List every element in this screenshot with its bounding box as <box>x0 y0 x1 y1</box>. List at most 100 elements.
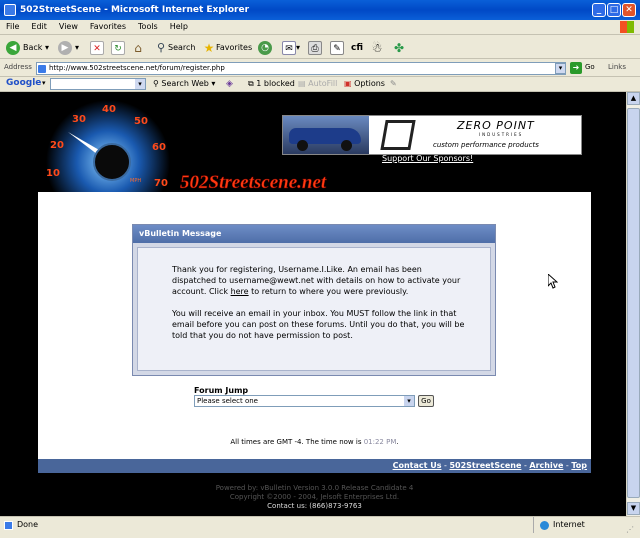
google-search-input[interactable] <box>50 78 146 90</box>
menu-favorites[interactable]: Favorites <box>90 20 126 34</box>
top-link[interactable]: Top <box>571 461 587 470</box>
forum-jump-go-button[interactable]: Go <box>418 395 434 407</box>
popup-blocker-icon: ⧉ <box>248 79 254 88</box>
speedo-num-50: 50 <box>134 116 148 127</box>
message-header: vBulletin Message <box>133 225 495 243</box>
speedo-num-20: 20 <box>50 140 64 151</box>
edit-icon: ✎ <box>330 40 344 55</box>
page-status-icon <box>4 521 13 530</box>
home-icon: ⌂ <box>134 40 142 55</box>
status-text: Done <box>17 520 39 529</box>
scroll-thumb[interactable] <box>627 108 640 498</box>
sponsor-sub: INDUSTRIES <box>479 132 524 137</box>
favorites-button[interactable]: ★ Favorites <box>202 39 253 56</box>
maximize-button[interactable]: □ <box>607 3 621 17</box>
research-icon: ✤ <box>393 40 405 55</box>
sponsor-name: ZERO POINT <box>457 119 535 132</box>
menu-view[interactable]: View <box>59 20 78 34</box>
archive-link[interactable]: Archive <box>529 461 563 470</box>
pagerank-icon[interactable]: ◈ <box>226 79 233 89</box>
site-banner: 30 40 50 20 60 10 70 MPH 502Streetscene.… <box>38 92 591 224</box>
page-icon <box>38 65 46 73</box>
forward-arrow-icon: ▶ <box>58 40 72 55</box>
site-logo: 502Streetscene.net <box>180 172 327 192</box>
footer-bar: Contact Us - 502StreetScene - Archive - … <box>38 459 591 473</box>
stop-icon: ✕ <box>90 40 104 55</box>
home-button[interactable]: ⌂ <box>131 39 145 56</box>
ie-icon <box>4 4 16 16</box>
title-bar: 502StreetScene - Microsoft Internet Expl… <box>0 0 640 20</box>
car-wheel-rear <box>341 140 352 151</box>
vbulletin-message-box: vBulletin Message Thank you for register… <box>132 224 496 376</box>
message-paragraph-1: Thank you for registering, Username.I.Li… <box>172 265 461 296</box>
credits: Powered by: vBulletin Version 3.0.0 Rele… <box>38 484 591 511</box>
history-icon: ◔ <box>258 40 272 55</box>
sponsor-ad[interactable]: ZERO POINT INDUSTRIES custom performance… <box>282 115 582 155</box>
print-button[interactable]: ⎙ <box>308 39 322 56</box>
messenger-button[interactable]: ☃ <box>370 39 384 56</box>
back-button[interactable]: ◀ Back ▾ <box>6 39 49 56</box>
google-toolbar: Google ▾ ▾ ⚲ Search Web ▾ ◈ ⧉ 1 blocked ▤… <box>0 77 640 92</box>
menu-help[interactable]: Help <box>170 20 188 34</box>
history-button[interactable]: ◔ <box>258 39 275 56</box>
forward-button[interactable]: ▶ ▾ <box>58 39 79 56</box>
search-web-icon: ⚲ <box>153 79 159 88</box>
discuss-button[interactable]: cfi <box>350 39 364 56</box>
forum-jump-select[interactable]: Please select one ▾ <box>194 395 415 407</box>
address-dropdown-arrow[interactable]: ▾ <box>555 63 566 74</box>
google-menu-arrow[interactable]: ▾ <box>42 79 46 87</box>
resize-grip-icon[interactable]: ⋰ <box>626 522 634 538</box>
google-search-dropdown[interactable]: ▾ <box>135 79 145 89</box>
stop-button[interactable]: ✕ <box>90 39 104 56</box>
close-button[interactable]: ✕ <box>622 3 636 17</box>
autofill-button[interactable]: ▤ AutoFill <box>298 79 337 88</box>
research-button[interactable]: ✤ <box>392 39 406 56</box>
discuss-icon: cfi <box>350 42 363 53</box>
status-bar: Done Internet ⋰ <box>0 516 640 534</box>
star-icon: ★ <box>203 40 215 55</box>
speedo-num-60: 60 <box>152 142 166 153</box>
sponsor-tagline: custom performance products <box>433 141 539 149</box>
links-button[interactable]: Links <box>608 63 626 71</box>
search-web-button[interactable]: ⚲ Search Web ▾ <box>153 79 215 88</box>
popup-blocker-button[interactable]: ⧉ 1 blocked <box>248 79 295 89</box>
speedo-unit: MPH <box>130 178 141 184</box>
window-title: 502StreetScene - Microsoft Internet Expl… <box>20 5 250 15</box>
security-zone: Internet <box>553 520 585 529</box>
contact-phone: Contact us: (866)873-9763 <box>267 502 362 510</box>
support-sponsors-link[interactable]: Support Our Sponsors! <box>382 154 473 163</box>
menu-edit[interactable]: Edit <box>31 20 47 34</box>
sponsor-car-image <box>283 116 369 154</box>
print-icon: ⎙ <box>308 40 322 55</box>
minimize-button[interactable]: _ <box>592 3 606 17</box>
highlight-pen-icon[interactable]: ✎ <box>390 79 397 88</box>
forum-jump-dropdown-arrow[interactable]: ▾ <box>404 396 414 406</box>
search-icon: ⚲ <box>156 40 166 54</box>
address-bar: Address http://www.502streetscene.net/fo… <box>0 60 640 77</box>
vertical-scrollbar[interactable]: ▲ ▼ <box>626 92 640 516</box>
mail-button[interactable]: ✉ ▾ <box>282 39 300 56</box>
copyright: Copyright ©2000 - 2004, Jelsoft Enterpri… <box>229 493 400 501</box>
address-input[interactable]: http://www.502streetscene.net/forum/regi… <box>36 62 566 75</box>
go-arrow-icon[interactable]: ➜ <box>570 62 582 74</box>
contact-us-link[interactable]: Contact Us <box>393 461 442 470</box>
scroll-down-button[interactable]: ▼ <box>627 502 640 515</box>
home-link[interactable]: 502StreetScene <box>449 461 521 470</box>
refresh-button[interactable]: ↻ <box>111 39 125 56</box>
scroll-up-button[interactable]: ▲ <box>627 92 640 105</box>
menu-tools[interactable]: Tools <box>138 20 158 34</box>
speedo-num-70: 70 <box>154 178 168 189</box>
search-button[interactable]: ⚲ Search <box>154 39 196 56</box>
speedo-num-30: 30 <box>72 114 86 125</box>
edit-button[interactable]: ✎ <box>330 39 344 56</box>
mail-icon: ✉ <box>282 40 296 55</box>
menu-file[interactable]: File <box>6 20 19 34</box>
mouse-cursor-icon <box>548 274 558 289</box>
return-here-link[interactable]: here <box>231 287 249 296</box>
go-button[interactable]: Go <box>585 63 595 71</box>
options-button[interactable]: ▣ Options <box>344 79 385 88</box>
messenger-icon: ☃ <box>371 40 383 55</box>
google-logo[interactable]: Google <box>6 78 41 88</box>
refresh-icon: ↻ <box>111 40 125 55</box>
back-arrow-icon: ◀ <box>6 40 20 55</box>
